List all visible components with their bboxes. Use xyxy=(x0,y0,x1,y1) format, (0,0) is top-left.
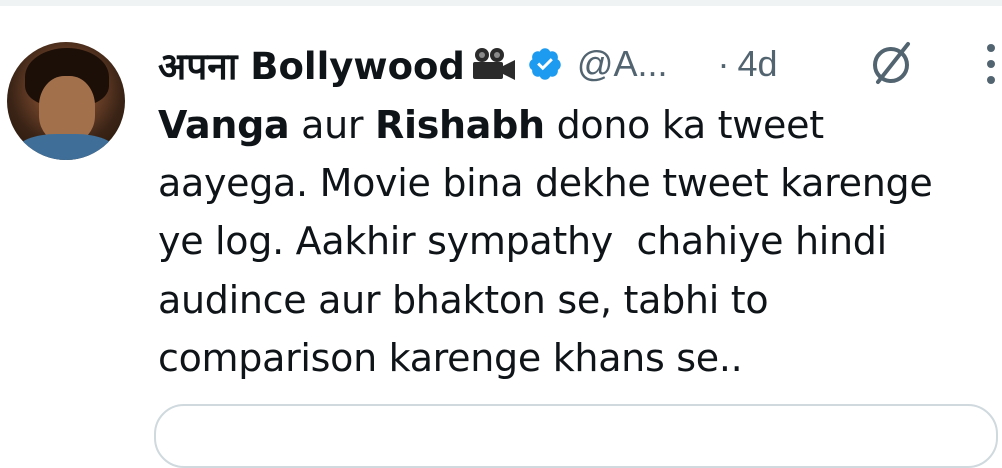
quoted-tweet-card[interactable] xyxy=(154,404,998,468)
text-segment: aur xyxy=(289,103,376,147)
more-options-icon[interactable] xyxy=(985,42,997,86)
tweet-text-line: ye log. Aakhir sympathy chahiye hindi xyxy=(158,219,887,264)
bold-mention-rishabh: Rishabh xyxy=(375,103,545,147)
user-handle[interactable]: @A... xyxy=(577,43,668,85)
tweet-text-line: aayega. Movie bina dekhe tweet karenge xyxy=(158,161,933,206)
text-segment: dono ka tweet xyxy=(544,103,825,147)
movie-camera-icon xyxy=(469,47,517,81)
verified-badge-icon[interactable] xyxy=(527,46,563,82)
tweet-text-line: Vanga aur Rishabh dono ka tweet xyxy=(158,96,898,154)
timestamp[interactable]: 4d xyxy=(737,43,777,85)
separator-dot: · xyxy=(717,43,730,84)
bold-mention-vanga: Vanga xyxy=(158,103,290,147)
tweet-text-line: audince aur bhakton se, tabhi to xyxy=(158,277,769,322)
avatar-face xyxy=(39,76,95,142)
top-divider xyxy=(0,0,1002,6)
tweet-header: अपना Bollywood @A... · 4d xyxy=(158,38,998,90)
tweet-text: Vanga aur Rishabh dono ka tweet aayega. … xyxy=(158,96,933,387)
avatar-shirt xyxy=(17,134,115,160)
avatar[interactable] xyxy=(7,42,125,160)
grok-icon[interactable] xyxy=(870,40,914,86)
display-name[interactable]: अपना Bollywood xyxy=(158,39,465,90)
tweet-text-line: comparison karenge khans se.. xyxy=(158,335,743,380)
